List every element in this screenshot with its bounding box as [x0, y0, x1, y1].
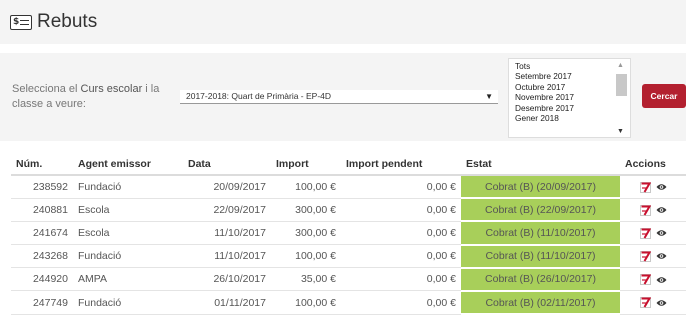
row-import: 35,00 € [271, 267, 341, 292]
row-status: Cobrat (B) (22/09/2017) [461, 198, 620, 223]
row-import: 100,00 € [271, 175, 341, 199]
table-row: 247749 Fundació 01/11/2017 100,00 €0,00 € Co… [11, 290, 686, 316]
pdf-icon[interactable] [639, 274, 651, 285]
col-agent[interactable]: Agent emissor [73, 153, 183, 176]
row-agent: Fundació [73, 290, 183, 315]
month-option[interactable]: Desembre 2017 [515, 103, 574, 113]
eye-icon[interactable] [656, 183, 667, 191]
month-options: Tots Setembre 2017 Octubre 2017 Novembre 20… [515, 61, 574, 123]
row-import: 100,00 € [271, 290, 341, 315]
row-date: 26/10/2017 [183, 267, 271, 292]
row-actions [620, 198, 686, 222]
col-actions: Accions [620, 153, 686, 176]
row-import: 300,00 € [271, 221, 341, 246]
month-option[interactable]: Novembre 2017 [515, 92, 574, 102]
col-pending[interactable]: Import pendent [341, 153, 461, 176]
pdf-icon[interactable] [639, 204, 651, 216]
pdf-icon[interactable] [639, 297, 651, 309]
course-select-value: 2017-2018: Quart de Primària - EP-4D [186, 91, 332, 101]
row-num: 247749 [11, 290, 73, 315]
row-pending: 0,00 € [341, 244, 461, 269]
row-agent: Fundació [73, 175, 183, 199]
row-import: 100,00 € [271, 244, 341, 269]
page-title: Rebuts [37, 11, 98, 32]
row-num: 244920 [11, 267, 73, 292]
table-row: 240881 Escola 22/09/2017 300,00 €0,00 € Cobr… [11, 198, 686, 223]
col-status[interactable]: Estat [461, 153, 620, 176]
row-status: Cobrat (B) (26/10/2017) [461, 267, 620, 292]
eye-icon[interactable] [656, 252, 667, 260]
eye-icon[interactable] [656, 299, 667, 307]
month-option[interactable]: Setembre 2017 [515, 71, 574, 81]
month-listbox[interactable]: Tots Setembre 2017 Octubre 2017 Novembre 20… [508, 58, 631, 138]
row-pending: 0,00 € [341, 290, 461, 315]
row-num: 238592 [11, 175, 73, 199]
pdf-icon[interactable] [639, 250, 651, 262]
row-actions [620, 175, 686, 199]
row-agent: Fundació [73, 244, 183, 269]
table-header-row: Núm. Agent emissor Data Import Import pe… [11, 153, 686, 176]
eye-icon[interactable] [656, 206, 667, 214]
filter-label-prefix: Selecciona el [12, 83, 81, 95]
row-pending: 0,00 € [341, 198, 461, 222]
row-import: 300,00 € [271, 198, 341, 222]
row-date: 22/09/2017 [183, 198, 271, 222]
col-import[interactable]: Import [271, 153, 341, 176]
course-select[interactable]: 2017-2018: Quart de Primària - EP-4D ▼ [180, 90, 498, 104]
filter-label-bold: Curs escolar [80, 83, 143, 95]
scroll-up-icon[interactable]: ▲ [617, 62, 624, 69]
row-pending: 0,00 € [341, 221, 461, 246]
row-agent: Escola [73, 198, 183, 222]
month-option[interactable]: Octubre 2017 [515, 82, 574, 92]
dropdown-arrow-icon[interactable]: ▼ [485, 90, 493, 103]
table-row: 244920 AMPA 26/10/2017 35,00 €0,00 € Cobrat … [11, 267, 686, 292]
title-wrap: $ Rebuts [10, 11, 97, 33]
row-num: 243268 [11, 244, 73, 269]
listbox-scrollbar[interactable]: ▲ ▼ [615, 62, 627, 135]
page-header: $ Rebuts [0, 0, 686, 44]
eye-icon[interactable] [656, 276, 667, 284]
table-row: 238592 Fundació 20/09/2017 100,00 €0,00 € Co… [11, 175, 686, 200]
table-row: 241674 Escola 11/10/2017 300,00 €0,00 € Cobr… [11, 221, 686, 246]
month-option[interactable]: Tots [515, 61, 574, 71]
row-status: Cobrat (B) (11/10/2017) [461, 244, 620, 269]
search-button[interactable]: Cercar [642, 84, 686, 108]
table-row: 243268 Fundació 11/10/2017 100,00 €0,00 € Co… [11, 244, 686, 269]
filter-label: Selecciona el Curs escolar i la classe a… [12, 82, 172, 112]
row-date: 11/10/2017 [183, 221, 271, 246]
row-actions [620, 267, 686, 292]
scroll-thumb[interactable] [616, 74, 627, 96]
row-pending: 0,00 € [341, 175, 461, 199]
row-actions [620, 290, 686, 315]
row-status: Cobrat (B) (20/09/2017) [461, 175, 620, 200]
row-agent: Escola [73, 221, 183, 246]
col-date[interactable]: Data [183, 153, 271, 176]
row-date: 01/11/2017 [183, 290, 271, 315]
eye-icon[interactable] [656, 229, 667, 237]
row-status: Cobrat (B) (11/10/2017) [461, 221, 620, 246]
receipts-table: Núm. Agent emissor Data Import Import pe… [11, 153, 686, 316]
receipt-icon: $ [10, 14, 32, 30]
row-status: Cobrat (B) (02/11/2017) [461, 290, 620, 316]
pdf-icon[interactable] [639, 227, 651, 239]
col-num[interactable]: Núm. [11, 153, 73, 176]
row-actions [620, 221, 686, 246]
row-num: 241674 [11, 221, 73, 246]
month-option[interactable]: Gener 2018 [515, 113, 574, 123]
row-date: 11/10/2017 [183, 244, 271, 269]
row-actions [620, 244, 686, 269]
row-date: 20/09/2017 [183, 175, 271, 199]
pdf-icon[interactable] [639, 181, 651, 193]
row-agent: AMPA [73, 267, 183, 292]
row-pending: 0,00 € [341, 267, 461, 292]
row-num: 240881 [11, 198, 73, 222]
scroll-down-icon[interactable]: ▼ [617, 128, 624, 135]
filter-panel: Selecciona el Curs escolar i la classe a… [0, 53, 686, 141]
